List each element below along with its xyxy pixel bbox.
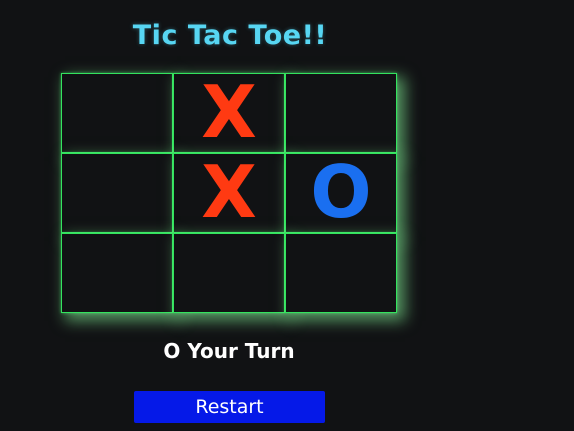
cell-mark: X: [201, 70, 257, 154]
restart-button[interactable]: Restart: [134, 391, 325, 423]
board-cell-9[interactable]: [285, 233, 397, 313]
board-cell-2[interactable]: X: [173, 73, 285, 153]
board-cell-5[interactable]: X: [173, 153, 285, 233]
board-cell-6[interactable]: O: [285, 153, 397, 233]
board-cell-8[interactable]: [173, 233, 285, 313]
game-board: X X O: [61, 73, 397, 313]
game-title: Tic Tac Toe!!: [132, 20, 328, 51]
cell-mark: X: [201, 150, 257, 234]
board-cell-1[interactable]: [61, 73, 173, 153]
board-cell-3[interactable]: [285, 73, 397, 153]
board-cell-7[interactable]: [61, 233, 173, 313]
cell-mark: O: [310, 150, 372, 234]
board-cell-4[interactable]: [61, 153, 173, 233]
turn-status: O Your Turn: [163, 339, 295, 363]
